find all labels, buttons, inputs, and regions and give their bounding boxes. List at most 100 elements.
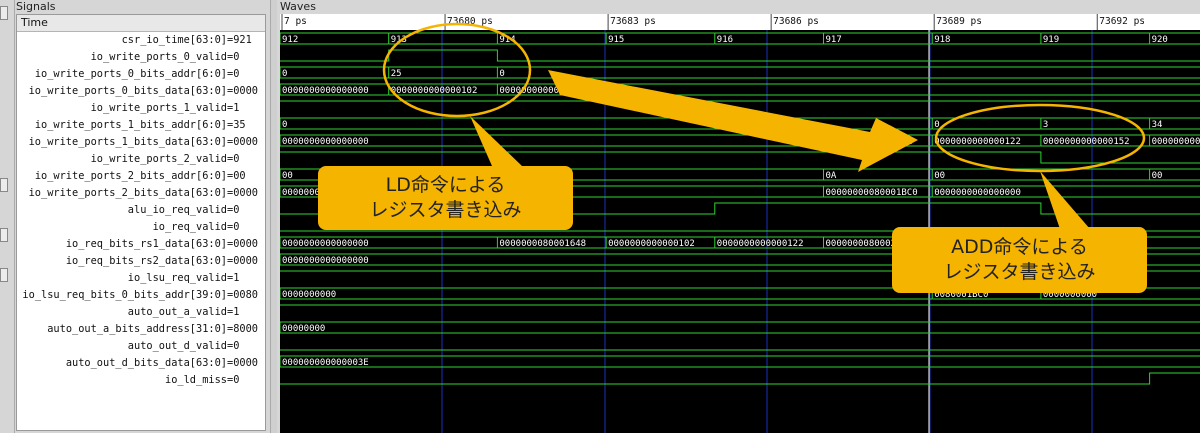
ruler-tick-label: 73686 ps <box>773 16 819 27</box>
bus-value-label: 0000000000000102 <box>608 239 695 249</box>
signal-name: auto_out_d_valid <box>127 340 227 352</box>
callout-ld-register-write: LD命令による レジスタ書き込み <box>318 166 573 230</box>
bus-value-label: 00 <box>282 171 293 181</box>
signal-name: auto_out_d_bits_data[63:0] <box>65 357 227 369</box>
bus-value-label: 0000000000000152 <box>1043 137 1130 147</box>
signal-value: =0000 <box>227 136 258 148</box>
signal-name: auto_out_a_valid <box>127 306 227 318</box>
bus-value-label: 00 <box>934 171 945 181</box>
bus-value-label: 0 <box>282 120 287 130</box>
signal-row[interactable]: io_req_bits_rs2_data[63:0]=0000 <box>17 253 265 270</box>
bus-value-label: 914 <box>499 35 515 45</box>
signal-name: io_write_ports_1_valid <box>90 102 227 114</box>
signal-value: =1 <box>227 102 240 114</box>
signal-row[interactable]: io_req_bits_rs1_data[63:0]=0000 <box>17 236 265 253</box>
signal-row[interactable]: auto_out_d_bits_data[63:0]=0000 <box>17 355 265 372</box>
signal-name: io_write_ports_2_bits_addr[6:0] <box>34 170 227 182</box>
bus-value-label: 913 <box>391 35 407 45</box>
bus-value-label: 0000000000000000 <box>282 86 369 96</box>
signal-row[interactable]: alu_io_req_valid=0 <box>17 202 265 219</box>
signal-value: =0 <box>227 153 240 165</box>
callout-ld-line2: レジスタ書き込み <box>369 199 522 221</box>
signal-row[interactable]: io_write_ports_2_bits_addr[6:0]=00 <box>17 168 265 185</box>
bus-value-label: 918 <box>934 35 950 45</box>
bus-value-label: 0000000000000102 <box>391 86 478 96</box>
signal-row[interactable]: io_write_ports_1_valid=1 <box>17 100 265 117</box>
signal-row[interactable]: io_write_ports_2_valid=0 <box>17 151 265 168</box>
ruler-tick-label: 73680 ps <box>447 16 493 27</box>
signal-name: io_ld_miss <box>165 374 227 386</box>
signal-value: =0 <box>227 68 240 80</box>
bus-value-label: 0000000000000122 <box>934 137 1021 147</box>
bus-value-label: 16 <box>717 120 728 130</box>
bus-value-label: 912 <box>282 35 298 45</box>
signal-value: =0000 <box>227 238 258 250</box>
bus-value-label: 0000000000000122 <box>717 239 804 249</box>
bus-value-label: 0 <box>499 69 504 79</box>
signal-name: csr_io_time[63:0] <box>121 34 227 46</box>
collapse-handle-icon[interactable] <box>0 178 8 192</box>
bus-value-label: 0000000000000000 <box>282 256 369 266</box>
ruler-tick-label: 73689 ps <box>936 16 982 27</box>
signal-row[interactable]: io_lsu_req_valid=1 <box>17 270 265 287</box>
signal-name: auto_out_a_bits_address[31:0] <box>47 323 227 335</box>
signal-value: =8000 <box>227 323 258 335</box>
signal-row[interactable]: io_ld_miss=0 <box>17 372 265 389</box>
signal-row[interactable]: csr_io_time[63:0]=921 <box>17 32 265 49</box>
left-toolbar-strip <box>0 0 15 433</box>
signal-name: io_lsu_req_bits_0_bits_addr[39:0] <box>22 289 227 301</box>
signal-value: =0 <box>227 221 240 233</box>
ruler-tick-label: 73692 ps <box>1099 16 1145 27</box>
signal-name: io_write_ports_1_bits_data[63:0] <box>28 136 227 148</box>
signal-row[interactable]: auto_out_d_valid=0 <box>17 338 265 355</box>
signal-value: =0 <box>227 374 240 386</box>
bus-value-label: 0 <box>282 69 287 79</box>
signal-value: =35 <box>227 119 246 131</box>
collapse-handle-icon[interactable] <box>0 228 8 242</box>
signal-name: io_write_ports_2_bits_data[63:0] <box>28 187 227 199</box>
bus-value-label: 0000000080001648 <box>499 239 586 249</box>
signal-row[interactable]: io_write_ports_2_bits_data[63:0]=0000 <box>17 185 265 202</box>
signal-row[interactable]: io_write_ports_0_bits_addr[6:0]=0 <box>17 66 265 83</box>
signal-name: io_write_ports_1_bits_addr[6:0] <box>34 119 227 131</box>
collapse-handle-icon[interactable] <box>0 268 8 282</box>
signal-row[interactable]: auto_out_a_valid=1 <box>17 304 265 321</box>
signal-row[interactable]: io_write_ports_1_bits_data[63:0]=0000 <box>17 134 265 151</box>
collapse-handle-icon[interactable] <box>0 6 8 20</box>
ruler-tick-label: 73683 ps <box>610 16 656 27</box>
signals-panel: Signals Time csr_io_time[63:0]=921 io_wri… <box>14 0 270 433</box>
bus-value-label: 919 <box>1043 35 1059 45</box>
signal-name: io_req_valid <box>152 221 227 233</box>
signal-row[interactable]: io_write_ports_0_valid=0 <box>17 49 265 66</box>
signals-panel-label: Signals <box>16 0 56 13</box>
waves-panel-label: Waves <box>280 0 316 13</box>
signal-value: =0 <box>227 51 240 63</box>
signal-row[interactable]: io_lsu_req_bits_0_bits_addr[39:0]=0080 <box>17 287 265 304</box>
bus-value-label: 0000000000 <box>282 290 336 300</box>
signal-row[interactable]: io_write_ports_1_bits_addr[6:0]=35 <box>17 117 265 134</box>
callout-ld-line1: LD命令による <box>385 174 506 196</box>
callout-add-register-write: ADD命令による レジスタ書き込み <box>892 227 1147 293</box>
signal-value: =0000 <box>227 255 258 267</box>
bus-value-label: 25 <box>391 69 402 79</box>
callout-add-line1: ADD命令による <box>951 236 1088 258</box>
signals-list[interactable]: Time csr_io_time[63:0]=921 io_write_ports… <box>16 14 266 431</box>
signal-value: =0000 <box>227 187 258 199</box>
bus-value-label: 917 <box>826 35 842 45</box>
signal-row[interactable]: io_req_valid=0 <box>17 219 265 236</box>
signal-name: io_req_bits_rs1_data[63:0] <box>65 238 227 250</box>
signal-name: io_write_ports_2_valid <box>90 153 227 165</box>
signal-value: =1 <box>227 306 240 318</box>
signal-row[interactable]: io_write_ports_0_bits_data[63:0]=0000 <box>17 83 265 100</box>
bus-value-label: 00 <box>1152 171 1163 181</box>
bus-value-label: 0000000000000000 <box>499 86 586 96</box>
bus-value-label: 000000000000003E <box>282 358 369 368</box>
bus-value-label: 00000000080001BC0 <box>826 188 918 198</box>
bus-value-label: 915 <box>608 35 624 45</box>
bus-value-label: 916 <box>717 35 733 45</box>
bus-value-label: 0 <box>934 120 939 130</box>
bus-value-label: 3 <box>1043 120 1048 130</box>
bus-value-label: 920 <box>1152 35 1168 45</box>
signal-name: io_write_ports_0_bits_addr[6:0] <box>34 68 227 80</box>
signal-row[interactable]: auto_out_a_bits_address[31:0]=8000 <box>17 321 265 338</box>
